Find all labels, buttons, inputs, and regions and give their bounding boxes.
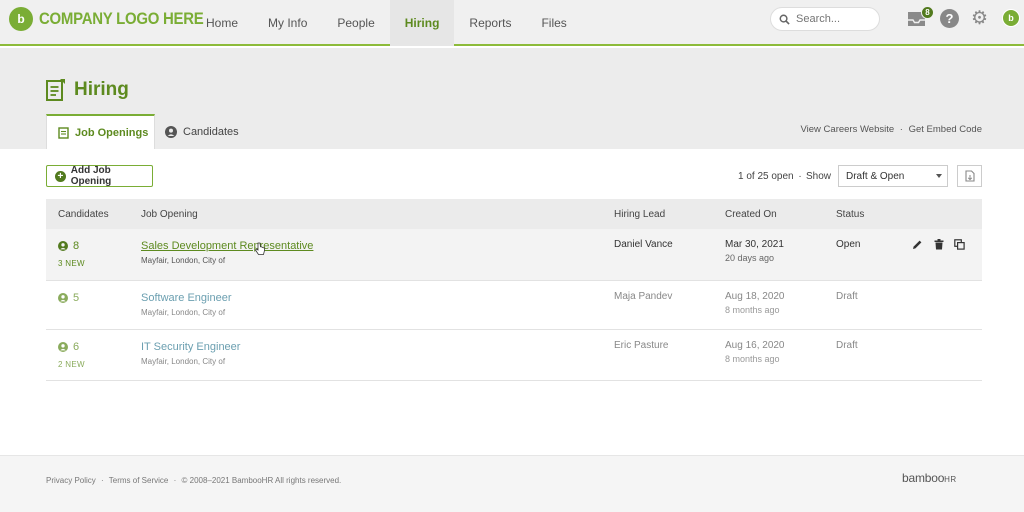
plus-icon: + — [55, 170, 66, 182]
tab-candidates[interactable]: Candidates — [165, 114, 239, 149]
created-relative: 20 days ago — [725, 253, 775, 263]
new-candidates-badge: 3 NEW — [58, 259, 85, 268]
add-job-opening-label: Add Job Opening — [70, 165, 112, 187]
person-icon — [58, 342, 68, 352]
job-location: Mayfair, London, City of — [141, 256, 226, 265]
candidate-count-value: 6 — [73, 341, 80, 353]
candidate-count-value: 8 — [73, 240, 80, 252]
status-text: Draft — [836, 340, 858, 351]
tab-candidates-label: Candidates — [183, 125, 239, 138]
main-nav: Home My Info People Hiring Reports Files — [191, 0, 582, 46]
export-icon — [964, 170, 975, 182]
nav-item-files[interactable]: Files — [526, 0, 581, 46]
table-row[interactable]: 8 3 NEW Sales Development Representative… — [46, 229, 982, 281]
person-icon — [58, 293, 68, 303]
created-date: Mar 30, 2021 — [725, 239, 784, 250]
open-count-text: 1 of 25 open — [738, 171, 794, 182]
job-location: Mayfair, London, City of — [141, 357, 226, 366]
person-icon — [58, 241, 68, 251]
footer-separator: · — [173, 476, 177, 485]
status-text: Draft — [836, 291, 858, 302]
duplicate-icon[interactable] — [953, 238, 966, 251]
footer-links: Privacy Policy · Terms of Service · © 20… — [46, 476, 341, 485]
nav-item-hiring[interactable]: Hiring — [389, 0, 455, 46]
job-location: Mayfair, London, City of — [141, 308, 226, 317]
copyright-text: © 2008–2021 BambooHR All rights reserved… — [181, 476, 342, 485]
link-separator: · — [899, 124, 903, 135]
search-icon — [779, 14, 790, 25]
privacy-policy-link[interactable]: Privacy Policy — [46, 476, 96, 485]
export-button[interactable] — [957, 165, 982, 187]
created-date: Aug 16, 2020 — [725, 340, 785, 351]
search-input[interactable] — [796, 13, 876, 25]
table-row[interactable]: 6 2 NEW IT Security Engineer Mayfair, Lo… — [46, 330, 982, 381]
job-title-link[interactable]: IT Security Engineer — [141, 341, 240, 353]
search-box[interactable] — [770, 7, 880, 31]
created-date: Aug 18, 2020 — [725, 291, 785, 302]
embed-code-link[interactable]: Get Embed Code — [909, 124, 982, 135]
job-title-link[interactable]: Software Engineer — [141, 292, 232, 304]
page-header: Hiring Job Openings Candidates View Care… — [0, 48, 1024, 149]
hiring-lead: Maja Pandev — [614, 291, 673, 302]
hiring-lead: Eric Pasture — [614, 340, 669, 351]
nav-item-home[interactable]: Home — [191, 0, 253, 46]
status-filter-value: Draft & Open — [846, 170, 905, 182]
column-header-hiring-lead[interactable]: Hiring Lead — [614, 209, 665, 220]
candidate-count[interactable]: 5 — [58, 292, 79, 304]
new-candidates-badge: 2 NEW — [58, 360, 85, 369]
nav-item-reports[interactable]: Reports — [454, 0, 526, 46]
created-relative: 8 months ago — [725, 305, 780, 315]
candidate-count[interactable]: 8 — [58, 240, 79, 252]
gear-icon[interactable]: ⚙ — [970, 8, 989, 29]
bamboohr-logo[interactable]: bambooHR — [902, 471, 957, 485]
person-icon — [165, 125, 177, 138]
tab-job-openings[interactable]: Job Openings — [46, 114, 155, 149]
footer: Privacy Policy · Terms of Service · © 20… — [0, 455, 1024, 512]
clipboard-icon — [46, 79, 65, 101]
status-text: Open — [836, 239, 861, 250]
created-relative: 8 months ago — [725, 354, 780, 364]
candidate-count-value: 5 — [73, 292, 80, 304]
bamboohr-logo-suffix: HR — [944, 475, 957, 484]
add-job-opening-button[interactable]: + Add Job Opening — [46, 165, 153, 187]
nav-item-people[interactable]: People — [322, 0, 389, 46]
open-count: 1 of 25 open · — [738, 171, 802, 182]
view-careers-link[interactable]: View Careers Website — [801, 124, 895, 135]
bamboohr-logo-main: bamboo — [902, 471, 945, 485]
terms-of-service-link[interactable]: Terms of Service — [109, 476, 169, 485]
hiring-lead: Daniel Vance — [614, 239, 673, 250]
clipboard-icon — [58, 126, 69, 139]
show-label: Show — [806, 171, 832, 182]
footer-separator: · — [101, 476, 104, 485]
trash-icon[interactable] — [932, 238, 945, 251]
column-header-job-opening[interactable]: Job Opening — [141, 209, 198, 220]
table-row[interactable]: 5 Software Engineer Mayfair, London, Cit… — [46, 281, 982, 330]
table-header: Candidates Job Opening Hiring Lead Creat… — [46, 199, 982, 229]
column-header-candidates[interactable]: Candidates — [58, 209, 109, 220]
nav-item-my-info[interactable]: My Info — [253, 0, 322, 46]
open-count-separator: · — [798, 171, 802, 182]
inbox-badge: 8 — [921, 6, 934, 19]
chevron-down-icon — [936, 174, 942, 178]
page-title-wrap: Hiring — [46, 79, 129, 101]
column-header-created-on[interactable]: Created On — [725, 209, 777, 220]
status-filter-select[interactable]: Draft & Open — [838, 165, 948, 187]
tab-job-openings-label: Job Openings — [75, 126, 149, 139]
candidate-count[interactable]: 6 — [58, 341, 79, 353]
top-nav: b COMPANY LOGO HERE Home My Info People … — [0, 0, 1024, 46]
job-title-link[interactable]: Sales Development Representative — [141, 240, 313, 252]
header-links: View Careers Website · Get Embed Code — [801, 124, 983, 135]
page-title: Hiring — [74, 79, 129, 100]
logo-text: COMPANY LOGO HERE — [39, 9, 204, 28]
help-icon[interactable]: ? — [940, 9, 959, 28]
mouse-cursor — [254, 242, 266, 261]
avatar[interactable]: b — [1002, 9, 1020, 27]
logo-mark: b — [9, 7, 33, 31]
edit-icon[interactable] — [911, 238, 924, 251]
column-header-status[interactable]: Status — [836, 209, 864, 220]
